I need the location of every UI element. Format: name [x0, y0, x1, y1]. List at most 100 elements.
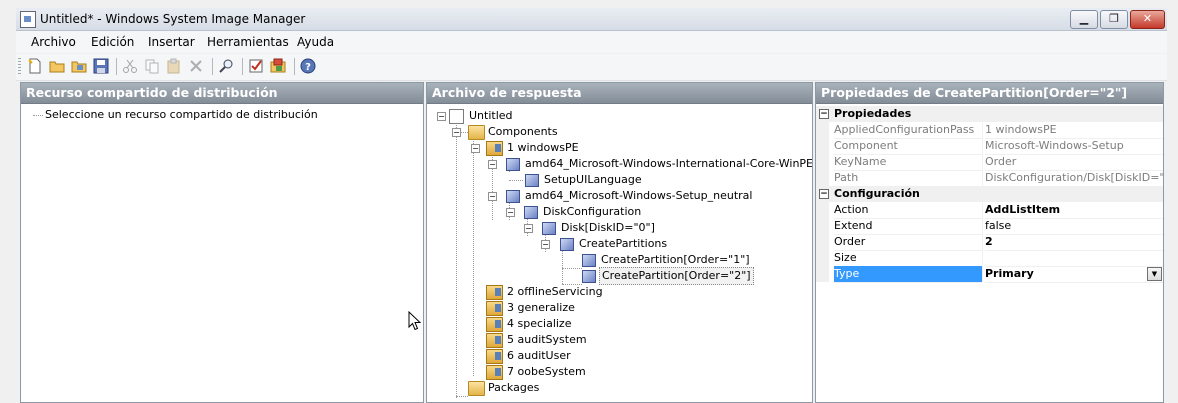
tree-node-untitled[interactable]: − Untitled — [427, 108, 807, 124]
open-folder-icon[interactable] — [49, 58, 65, 74]
cut-icon[interactable] — [122, 58, 138, 74]
menu-edicion[interactable]: Edición — [91, 35, 134, 49]
tree-node-createpartitions[interactable]: − CreatePartitions — [427, 236, 807, 252]
toolbar-separator — [212, 58, 213, 75]
tree-node-createpartition-2[interactable]: CreatePartition[Order="2"] — [427, 267, 807, 285]
tree-node-international-core[interactable]: − amd64_Microsoft-Windows-International-… — [427, 156, 812, 172]
property-row-size[interactable]: Size — [816, 250, 1163, 267]
configuration-pass-icon — [486, 141, 503, 156]
property-row-action[interactable]: Action AddListItem — [816, 202, 1163, 219]
folder-icon — [468, 381, 485, 396]
restore-button[interactable]: ❐ — [1100, 10, 1128, 29]
tree-node-setupuilanguage[interactable]: SetupUILanguage — [427, 172, 807, 188]
property-grid: − Propiedades AppliedConfigurationPass 1… — [816, 104, 1163, 402]
app-window: Untitled* - Windows System Image Manager… — [16, 8, 1167, 403]
answer-file-header: Archivo de respuesta — [427, 83, 812, 104]
dropdown-arrow-icon[interactable]: ▼ — [1147, 267, 1162, 281]
distribution-share-pane: Recurso compartido de distribución Selec… — [20, 82, 424, 403]
copy-icon[interactable] — [144, 58, 160, 74]
property-row[interactable]: Path DiskConfiguration/Disk[DiskID="0"]/… — [816, 170, 1163, 187]
svg-text:?: ? — [305, 62, 311, 73]
tree-node-diskconfiguration[interactable]: − DiskConfiguration — [427, 204, 807, 220]
answer-file-icon — [449, 109, 464, 124]
collapse-toggle[interactable]: − — [524, 224, 533, 233]
tree-node-windows-setup[interactable]: − amd64_Microsoft-Windows-Setup_neutral — [427, 188, 807, 204]
tree-node-disk[interactable]: − Disk[DiskID="0"] — [427, 220, 807, 236]
close-button[interactable]: ✕ — [1130, 10, 1165, 29]
collapse-toggle[interactable]: − — [488, 192, 497, 201]
category-propiedades[interactable]: − Propiedades — [816, 106, 1163, 122]
collapse-toggle[interactable]: − — [819, 109, 829, 119]
find-icon[interactable] — [218, 58, 234, 74]
window-title: Untitled* - Windows System Image Manager — [40, 12, 306, 26]
menu-herramientas[interactable]: Herramientas — [207, 35, 289, 49]
collapse-toggle[interactable]: − — [488, 160, 497, 169]
tree-node-oobesystem[interactable]: 7 oobeSystem — [427, 364, 807, 380]
setting-icon — [524, 206, 538, 219]
property-row-order[interactable]: Order 2 — [816, 234, 1163, 251]
help-icon[interactable]: ? — [300, 58, 316, 74]
setting-icon — [560, 238, 574, 251]
answer-file-pane: Archivo de respuesta − Untitled − Compon… — [426, 82, 813, 403]
property-row[interactable]: KeyName Order — [816, 154, 1163, 171]
distribution-share-header: Recurso compartido de distribución — [21, 83, 423, 104]
menu-bar: Archivo Edición Insertar Herramientas Ay… — [16, 31, 1167, 53]
delete-icon[interactable] — [188, 58, 204, 74]
distribution-placeholder-label: Seleccione un recurso compartido de dist… — [45, 108, 318, 121]
config-set-icon[interactable] — [270, 58, 286, 74]
tree-connector — [33, 115, 43, 116]
list-item-icon — [542, 222, 556, 235]
configuration-pass-icon — [486, 285, 503, 300]
tree-node-specialize[interactable]: 4 specialize — [427, 316, 807, 332]
tree-node-audituser[interactable]: 6 auditUser — [427, 348, 807, 364]
answer-file-tree: − Untitled − Components − 1 windowsPE − … — [427, 104, 812, 402]
list-item-icon — [582, 254, 596, 267]
toolbar-separator — [116, 58, 117, 75]
validate-icon[interactable] — [248, 58, 264, 74]
open-answer-file-icon[interactable] — [71, 58, 87, 74]
component-icon — [506, 158, 520, 171]
category-configuracion[interactable]: − Configuración — [816, 186, 1163, 202]
configuration-pass-icon — [486, 349, 503, 364]
property-row[interactable]: AppliedConfigurationPass 1 windowsPE — [816, 122, 1163, 139]
collapse-toggle[interactable]: − — [471, 144, 480, 153]
property-row-type[interactable]: Type Primary ▼ — [816, 266, 1163, 283]
minimize-button[interactable]: ▁ — [1070, 10, 1098, 29]
menu-insertar[interactable]: Insertar — [148, 35, 195, 49]
properties-header: Propiedades de CreatePartition[Order="2"… — [816, 83, 1163, 104]
paste-icon[interactable] — [166, 58, 182, 74]
collapse-toggle[interactable]: − — [541, 240, 550, 249]
type-select[interactable]: Primary ▼ — [985, 266, 1163, 283]
property-row[interactable]: Component Microsoft-Windows-Setup — [816, 138, 1163, 155]
toolbar-separator — [294, 58, 295, 75]
collapse-toggle[interactable]: − — [506, 208, 515, 217]
folder-icon — [468, 125, 485, 140]
properties-pane: Propiedades de CreatePartition[Order="2"… — [815, 82, 1164, 403]
tree-node-packages[interactable]: Packages — [427, 380, 807, 396]
collapse-toggle[interactable]: − — [452, 128, 461, 137]
tree-node-generalize[interactable]: 3 generalize — [427, 300, 807, 316]
tree-node-createpartition-1[interactable]: CreatePartition[Order="1"] — [427, 252, 807, 268]
new-file-icon[interactable] — [27, 58, 43, 74]
configuration-pass-icon — [486, 365, 503, 380]
app-icon — [20, 11, 36, 28]
configuration-pass-icon — [486, 301, 503, 316]
property-row-extend[interactable]: Extend false — [816, 218, 1163, 235]
list-item-icon — [582, 270, 596, 283]
tree-node-windowspe[interactable]: − 1 windowsPE — [427, 140, 807, 156]
configuration-pass-icon — [486, 317, 503, 332]
mouse-pointer-icon — [408, 311, 422, 331]
tree-node-offlineservicing[interactable]: 2 offlineServicing — [427, 284, 807, 300]
tree-node-auditsystem[interactable]: 5 auditSystem — [427, 332, 807, 348]
tree-node-components[interactable]: − Components — [427, 124, 807, 140]
collapse-toggle[interactable]: − — [437, 112, 446, 121]
collapse-toggle[interactable]: − — [819, 189, 829, 199]
toolbar-separator — [242, 58, 243, 75]
save-icon[interactable] — [93, 58, 109, 74]
menu-archivo[interactable]: Archivo — [31, 35, 76, 49]
toolbar: ? — [16, 54, 1167, 81]
toolbar-grip[interactable] — [18, 58, 21, 74]
configuration-pass-icon — [486, 333, 503, 348]
menu-ayuda[interactable]: Ayuda — [297, 35, 334, 49]
title-bar: Untitled* - Windows System Image Manager… — [16, 8, 1167, 31]
